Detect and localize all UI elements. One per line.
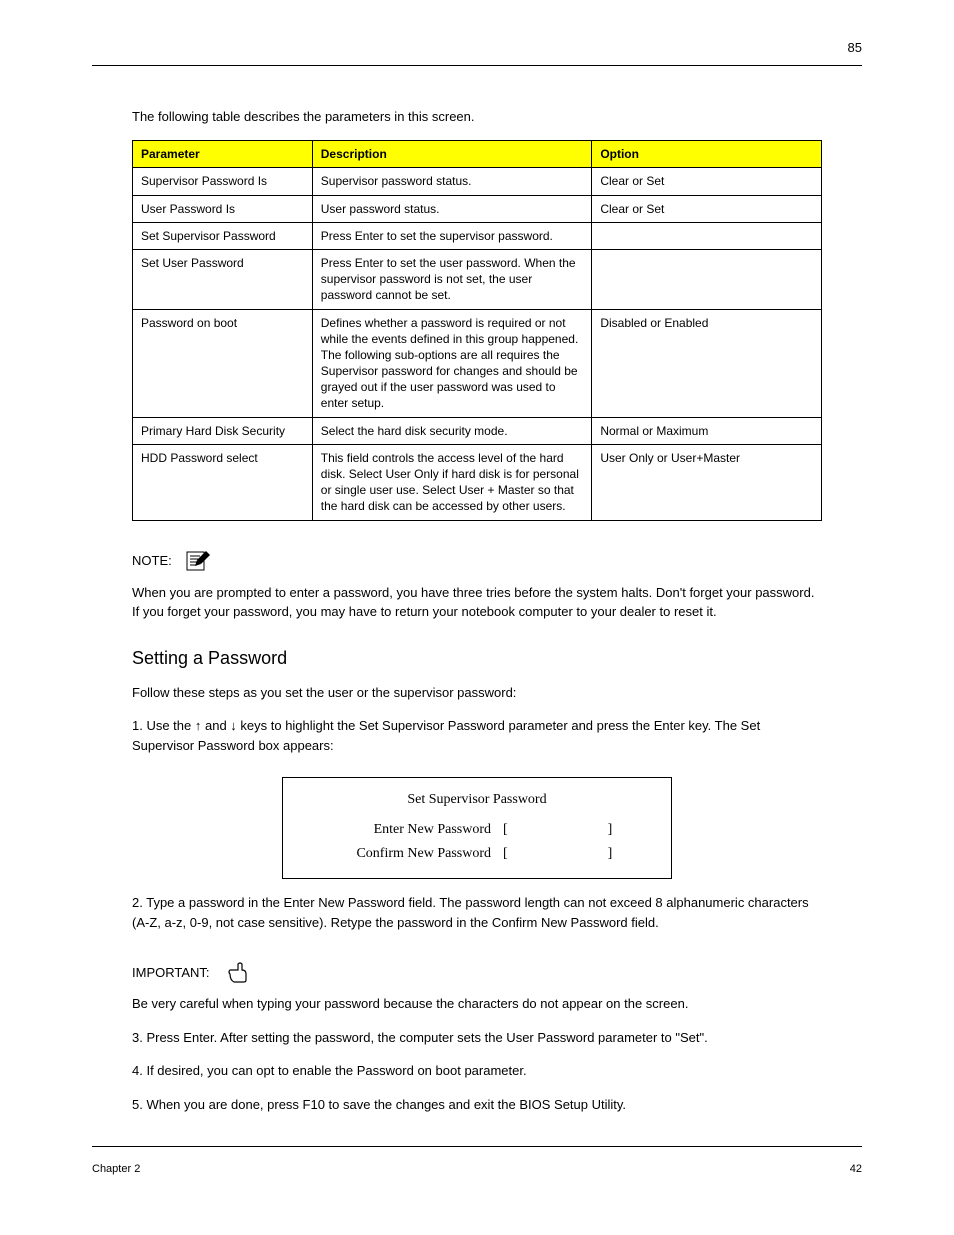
- bracket-open: [: [503, 822, 508, 838]
- table-row: Supervisor Password IsSupervisor passwor…: [133, 168, 822, 195]
- parameters-table: Parameter Description Option Supervisor …: [132, 140, 822, 520]
- table-cell: User password status.: [312, 195, 592, 222]
- footer-chapter: Chapter 2: [92, 1163, 140, 1175]
- bracket-open: [: [503, 846, 508, 862]
- note-body: When you are prompted to enter a passwor…: [132, 583, 822, 622]
- table-row: Set Supervisor PasswordPress Enter to se…: [133, 222, 822, 249]
- footer-rule: [92, 1146, 862, 1147]
- step-3: 3. Press Enter. After setting the passwo…: [132, 1028, 822, 1048]
- enter-new-password-label: Enter New Password: [303, 822, 503, 838]
- bracket-close: ]: [608, 822, 613, 838]
- table-row: Primary Hard Disk SecuritySelect the har…: [133, 417, 822, 444]
- step-2: 2. Type a password in the Enter New Pass…: [132, 893, 822, 932]
- col-header-description: Description: [312, 141, 592, 168]
- table-cell: Press Enter to set the supervisor passwo…: [312, 222, 592, 249]
- confirm-new-password-label: Confirm New Password: [303, 846, 503, 862]
- table-cell: Normal or Maximum: [592, 417, 822, 444]
- table-cell: User Password Is: [133, 195, 313, 222]
- table-cell: Set Supervisor Password: [133, 222, 313, 249]
- col-header-option: Option: [592, 141, 822, 168]
- table-cell: Supervisor Password Is: [133, 168, 313, 195]
- table-cell: Clear or Set: [592, 168, 822, 195]
- table-cell: [592, 249, 822, 309]
- table-cell: Disabled or Enabled: [592, 309, 822, 417]
- header-rule: [92, 65, 862, 66]
- important-body: Be very careful when typing your passwor…: [132, 994, 822, 1014]
- table-cell: HDD Password select: [133, 444, 313, 520]
- table-cell: Supervisor password status.: [312, 168, 592, 195]
- dialog-row-confirm: Confirm New Password [ ]: [303, 846, 651, 862]
- dialog-row-enter: Enter New Password [ ]: [303, 822, 651, 838]
- table-cell: Password on boot: [133, 309, 313, 417]
- table-row: Password on bootDefines whether a passwo…: [133, 309, 822, 417]
- table-cell: This field controls the access level of …: [312, 444, 592, 520]
- bracket-close: ]: [608, 846, 613, 862]
- note-label: NOTE:: [132, 553, 172, 568]
- col-header-parameter: Parameter: [133, 141, 313, 168]
- subhead-setting-password: Setting a Password: [132, 648, 862, 669]
- table-cell: User Only or User+Master: [592, 444, 822, 520]
- table-row: Set User PasswordPress Enter to set the …: [133, 249, 822, 309]
- table-cell: Defines whether a password is required o…: [312, 309, 592, 417]
- set-supervisor-password-dialog: Set Supervisor Password Enter New Passwo…: [282, 777, 672, 879]
- footer-page: 42: [850, 1163, 862, 1175]
- table-row: User Password IsUser password status.Cle…: [133, 195, 822, 222]
- header-page-number: 85: [848, 40, 862, 55]
- pencil-icon: [186, 549, 214, 573]
- intro-text: The following table describes the parame…: [132, 108, 862, 126]
- step-5: 5. When you are done, press F10 to save …: [132, 1095, 822, 1115]
- step-4: 4. If desired, you can opt to enable the…: [132, 1061, 822, 1081]
- important-label: IMPORTANT:: [132, 965, 210, 980]
- table-cell: Set User Password: [133, 249, 313, 309]
- table-row: HDD Password selectThis field controls t…: [133, 444, 822, 520]
- table-cell: Primary Hard Disk Security: [133, 417, 313, 444]
- table-cell: Press Enter to set the user password. Wh…: [312, 249, 592, 309]
- table-cell: Clear or Set: [592, 195, 822, 222]
- hand-icon: [224, 960, 252, 984]
- dialog-title: Set Supervisor Password: [303, 792, 651, 808]
- para-follow-steps: Follow these steps as you set the user o…: [132, 683, 822, 703]
- table-header-row: Parameter Description Option: [133, 141, 822, 168]
- table-cell: Select the hard disk security mode.: [312, 417, 592, 444]
- table-cell: [592, 222, 822, 249]
- step-1: 1. Use the ↑ and ↓ keys to highlight the…: [132, 716, 822, 755]
